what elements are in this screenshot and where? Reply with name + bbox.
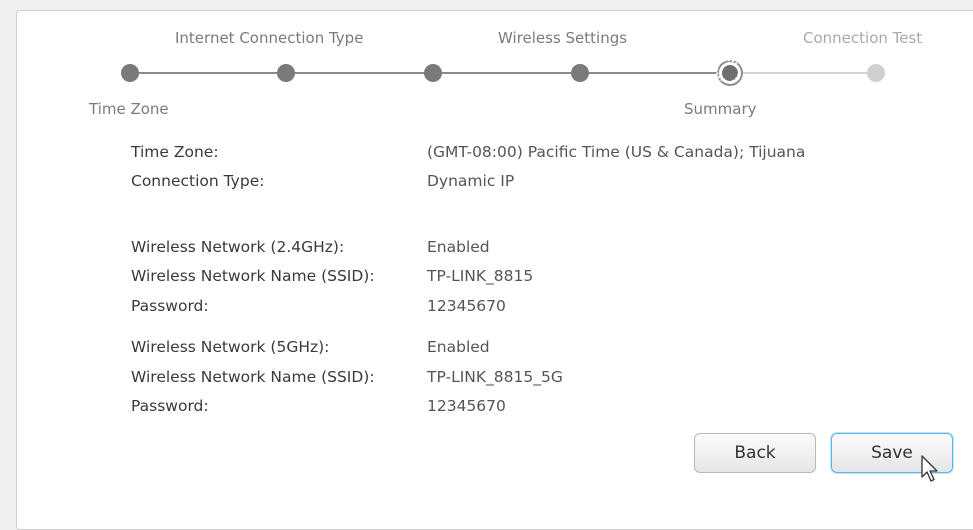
- summary-value-ssid-5: TP-LINK_8815_5G: [427, 368, 563, 386]
- step-label-summary: Summary: [684, 100, 757, 118]
- summary-label-password-24: Password:: [131, 297, 209, 315]
- step-label-connection-test: Connection Test: [803, 29, 923, 47]
- stepper-line-pending: [730, 72, 876, 74]
- step-dot-current: [716, 59, 740, 83]
- mouse-pointer-icon: [921, 455, 938, 482]
- summary-value-password-24: 12345670: [427, 297, 506, 315]
- step-label-internet-connection-type: Internet Connection Type: [175, 29, 364, 47]
- step-dot-6: [867, 64, 885, 82]
- summary-value-password-5: 12345670: [427, 397, 506, 415]
- summary-value-wireless-5: Enabled: [427, 338, 490, 356]
- summary-label-wireless-5: Wireless Network (5GHz):: [131, 338, 330, 356]
- summary-value-ssid-24: TP-LINK_8815: [427, 267, 534, 285]
- summary-label-ssid-24: Wireless Network Name (SSID):: [131, 267, 375, 285]
- summary-value-time-zone: (GMT-08:00) Pacific Time (US & Canada); …: [427, 143, 806, 161]
- summary-label-connection-type: Connection Type:: [131, 172, 265, 190]
- step-label-wireless-settings: Wireless Settings: [498, 29, 628, 47]
- step-dot-3: [424, 64, 442, 82]
- summary-value-wireless-24: Enabled: [427, 238, 490, 256]
- summary-label-ssid-5: Wireless Network Name (SSID):: [131, 368, 375, 386]
- back-button[interactable]: Back: [694, 433, 816, 473]
- summary-label-wireless-24: Wireless Network (2.4GHz):: [131, 238, 345, 256]
- step-dot-4: [571, 64, 589, 82]
- summary-value-connection-type: Dynamic IP: [427, 172, 515, 190]
- step-dot-1: [121, 64, 139, 82]
- summary-label-time-zone: Time Zone:: [131, 143, 219, 161]
- summary-label-password-5: Password:: [131, 397, 209, 415]
- step-label-time-zone: Time Zone: [89, 100, 169, 118]
- step-dot-2: [277, 64, 295, 82]
